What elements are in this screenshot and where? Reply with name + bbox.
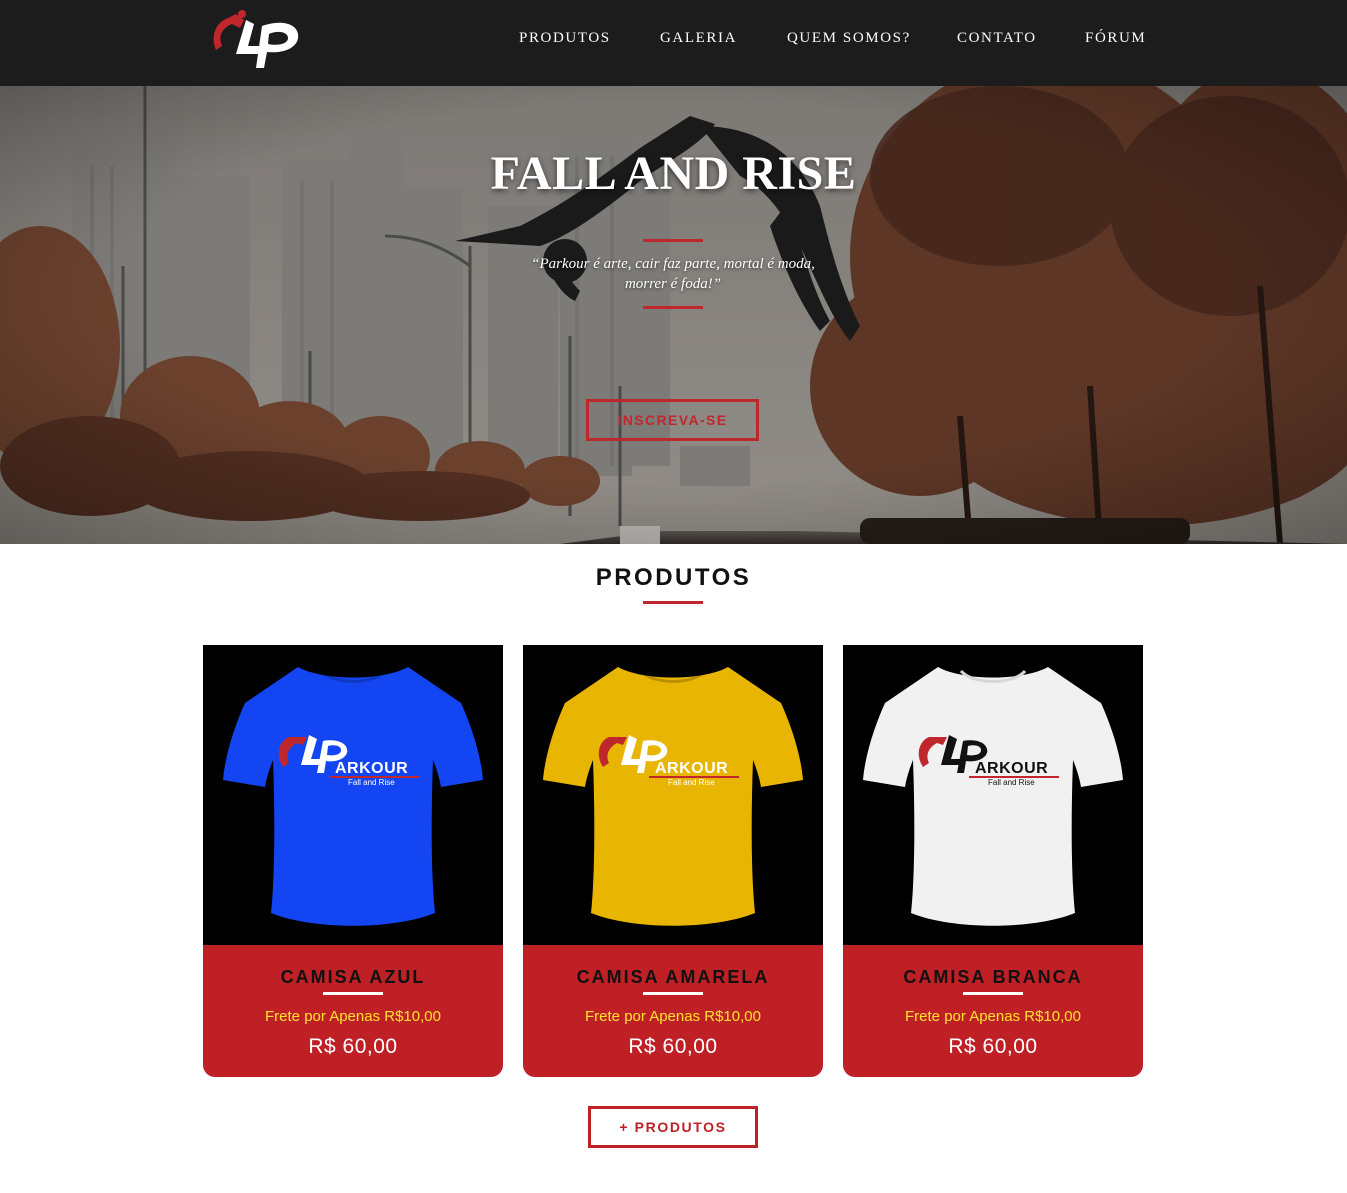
- more-products-button[interactable]: + PRODUTOS: [588, 1106, 758, 1148]
- product-shipping: Frete por Apenas R$10,00: [585, 1008, 761, 1025]
- product-image[interactable]: ARKOUR Fall and Rise: [523, 645, 823, 945]
- nav-produtos[interactable]: PRODUTOS: [519, 30, 611, 47]
- svg-text:Fall and Rise: Fall and Rise: [348, 778, 395, 787]
- brand-logo[interactable]: [206, 6, 306, 72]
- product-info: CAMISA BRANCA Frete por Apenas R$10,00 R…: [843, 945, 1143, 1077]
- hero-divider-top: [643, 239, 703, 242]
- svg-text:Fall and Rise: Fall and Rise: [988, 778, 1035, 787]
- navbar: PRODUTOS GALERIA QUEM SOMOS? CONTATO FÓR…: [0, 0, 1347, 86]
- subscribe-button[interactable]: INSCREVA-SE: [586, 399, 759, 441]
- product-card-2[interactable]: ARKOUR Fall and Rise CAMISA AMARELA Fret…: [523, 645, 823, 1077]
- tshirt-image: ARKOUR Fall and Rise: [543, 667, 803, 926]
- svg-text:ARKOUR: ARKOUR: [975, 760, 1048, 777]
- svg-text:ARKOUR: ARKOUR: [655, 760, 728, 777]
- product-price: R$ 60,00: [948, 1035, 1038, 1058]
- nav-contato[interactable]: CONTATO: [957, 30, 1037, 47]
- product-image[interactable]: ARKOUR Fall and Rise: [843, 645, 1143, 945]
- product-name-divider: [643, 992, 703, 995]
- hero-divider-bottom: [643, 306, 703, 309]
- product-name-divider: [963, 992, 1023, 995]
- product-info: CAMISA AMARELA Frete por Apenas R$10,00 …: [523, 945, 823, 1077]
- svg-text:Fall and Rise: Fall and Rise: [668, 778, 715, 787]
- nav-forum[interactable]: FÓRUM: [1085, 30, 1146, 47]
- tshirt-image: ARKOUR Fall and Rise: [863, 667, 1123, 926]
- product-price: R$ 60,00: [628, 1035, 718, 1058]
- nav-galeria[interactable]: GALERIA: [660, 30, 737, 47]
- product-shipping: Frete por Apenas R$10,00: [265, 1008, 441, 1025]
- product-image[interactable]: ARKOUR Fall and Rise: [203, 645, 503, 945]
- tshirt-image: ARKOUR Fall and Rise: [223, 667, 483, 926]
- product-name-divider: [323, 992, 383, 995]
- product-card-1[interactable]: ARKOUR Fall and Rise CAMISA AZUL Frete p…: [203, 645, 503, 1077]
- hero-title: FALL AND RISE: [490, 147, 857, 200]
- products-section-title: PRODUTOS: [595, 564, 752, 591]
- svg-text:ARKOUR: ARKOUR: [335, 760, 408, 777]
- product-info: CAMISA AZUL Frete por Apenas R$10,00 R$ …: [203, 945, 503, 1077]
- hero-quote: “Parkour é arte, cair faz parte, mortal …: [531, 256, 815, 292]
- product-shipping: Frete por Apenas R$10,00: [905, 1008, 1081, 1025]
- product-name[interactable]: CAMISA AZUL: [203, 967, 503, 988]
- product-name[interactable]: CAMISA AMARELA: [523, 967, 823, 988]
- nav-quem-somos[interactable]: QUEM SOMOS?: [787, 30, 911, 47]
- product-card-3[interactable]: ARKOUR Fall and Rise CAMISA BRANCA Frete…: [843, 645, 1143, 1077]
- product-price: R$ 60,00: [308, 1035, 398, 1058]
- hero-banner: FALL AND RISE “Parkour é arte, cair faz …: [0, 86, 1347, 544]
- product-name[interactable]: CAMISA BRANCA: [843, 967, 1143, 988]
- products-title-divider: [643, 601, 703, 604]
